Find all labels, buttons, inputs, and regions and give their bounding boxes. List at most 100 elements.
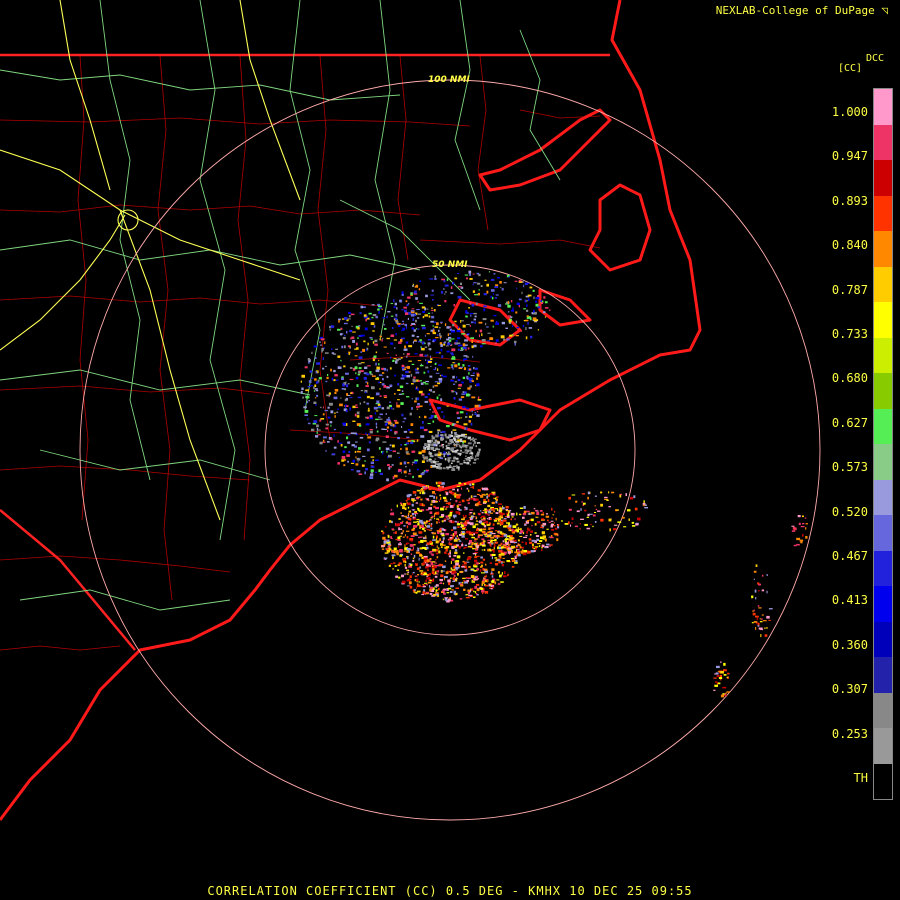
radar-echo bbox=[438, 587, 440, 590]
legend-swatch bbox=[874, 408, 892, 444]
radar-echo bbox=[432, 449, 437, 452]
radar-echo bbox=[455, 578, 458, 580]
radar-echo bbox=[491, 296, 494, 300]
radar-echo bbox=[389, 367, 392, 370]
radar-echo bbox=[488, 583, 491, 587]
radar-echo bbox=[340, 444, 343, 447]
radar-echo bbox=[442, 496, 447, 499]
radar-echo bbox=[715, 681, 718, 683]
radar-echo bbox=[401, 574, 404, 578]
radar-echo bbox=[343, 464, 346, 467]
radar-echo bbox=[423, 557, 428, 560]
radar-echo bbox=[438, 451, 440, 453]
radar-echo bbox=[398, 546, 400, 548]
radar-echo bbox=[398, 576, 401, 579]
radar-echo bbox=[305, 389, 309, 392]
radar-echo bbox=[464, 569, 468, 572]
radar-echo bbox=[526, 282, 530, 284]
radar-echo bbox=[418, 416, 421, 418]
radar-echo bbox=[407, 517, 412, 521]
radar-echo bbox=[330, 437, 333, 441]
radar-echo bbox=[401, 367, 405, 369]
radar-echo bbox=[448, 543, 452, 545]
radar-echo bbox=[438, 364, 442, 366]
radar-echo bbox=[444, 553, 447, 554]
radar-echo bbox=[501, 562, 503, 564]
radar-echo bbox=[444, 508, 448, 510]
radar-echo bbox=[491, 571, 493, 575]
radar-echo bbox=[442, 598, 444, 601]
radar-echo bbox=[372, 341, 375, 344]
radar-echo bbox=[464, 444, 469, 447]
radar-echo bbox=[425, 380, 429, 383]
radar-echo bbox=[421, 326, 426, 330]
radar-echo bbox=[474, 404, 479, 408]
radar-echo bbox=[411, 383, 414, 385]
radar-echo bbox=[431, 544, 434, 547]
radar-echo bbox=[381, 548, 385, 550]
radar-echo bbox=[437, 465, 441, 468]
radar-echo bbox=[600, 491, 603, 494]
radar-echo bbox=[435, 570, 439, 572]
radar-echo bbox=[411, 327, 415, 330]
radar-echo bbox=[419, 491, 421, 494]
radar-echo bbox=[407, 506, 410, 509]
radar-echo bbox=[494, 557, 498, 559]
radar-echo bbox=[633, 495, 636, 499]
radar-echo bbox=[752, 610, 754, 613]
radar-echo bbox=[536, 521, 541, 524]
radar-echo bbox=[453, 438, 456, 441]
radar-echo bbox=[410, 373, 413, 377]
radar-echo bbox=[507, 301, 509, 304]
radar-echo bbox=[486, 493, 488, 496]
radar-echo bbox=[352, 405, 356, 409]
radar-echo bbox=[474, 523, 479, 526]
radar-echo bbox=[451, 423, 454, 426]
radar-echo bbox=[541, 547, 543, 549]
radar-echo bbox=[406, 436, 410, 439]
legend-swatch bbox=[874, 302, 892, 338]
radar-echo bbox=[404, 563, 406, 567]
radar-echo bbox=[418, 557, 420, 561]
radar-echo bbox=[450, 379, 455, 382]
radar-echo bbox=[432, 578, 435, 581]
radar-echo bbox=[536, 512, 540, 515]
radar-echo bbox=[304, 414, 308, 416]
radar-echo bbox=[461, 451, 465, 453]
radar-echo bbox=[488, 271, 491, 273]
radar-echo bbox=[798, 522, 801, 526]
radar-echo bbox=[463, 580, 466, 582]
radar-echo bbox=[379, 338, 381, 341]
radar-echo bbox=[486, 326, 489, 328]
radar-echo bbox=[643, 504, 645, 507]
radar-echo bbox=[463, 330, 465, 332]
radar-echo bbox=[480, 556, 483, 559]
radar-echo bbox=[475, 455, 477, 458]
radar-echo bbox=[424, 383, 429, 385]
radar-echo bbox=[370, 456, 375, 458]
radar-echo bbox=[359, 424, 362, 427]
radar-echo bbox=[337, 355, 341, 358]
radar-echo bbox=[411, 334, 415, 337]
radar-echo bbox=[414, 286, 419, 288]
radar-echo bbox=[487, 332, 491, 334]
radar-echo bbox=[408, 473, 412, 475]
radar-echo bbox=[453, 592, 456, 595]
radar-echo bbox=[456, 523, 461, 526]
radar-echo bbox=[472, 525, 476, 529]
radar-echo bbox=[574, 525, 578, 528]
radar-echo bbox=[453, 503, 455, 507]
radar-echo bbox=[405, 542, 408, 545]
radar-echo bbox=[344, 316, 348, 320]
radar-echo bbox=[450, 462, 453, 464]
radar-echo bbox=[435, 461, 439, 463]
radar-echo bbox=[507, 304, 511, 308]
radar-echo bbox=[393, 339, 397, 341]
radar-echo bbox=[476, 377, 478, 380]
radar-echo bbox=[456, 495, 461, 499]
radar-echo bbox=[613, 524, 618, 526]
radar-echo bbox=[758, 590, 760, 592]
radar-echo bbox=[544, 316, 547, 318]
radar-echo bbox=[504, 571, 506, 574]
radar-echo bbox=[425, 294, 428, 298]
